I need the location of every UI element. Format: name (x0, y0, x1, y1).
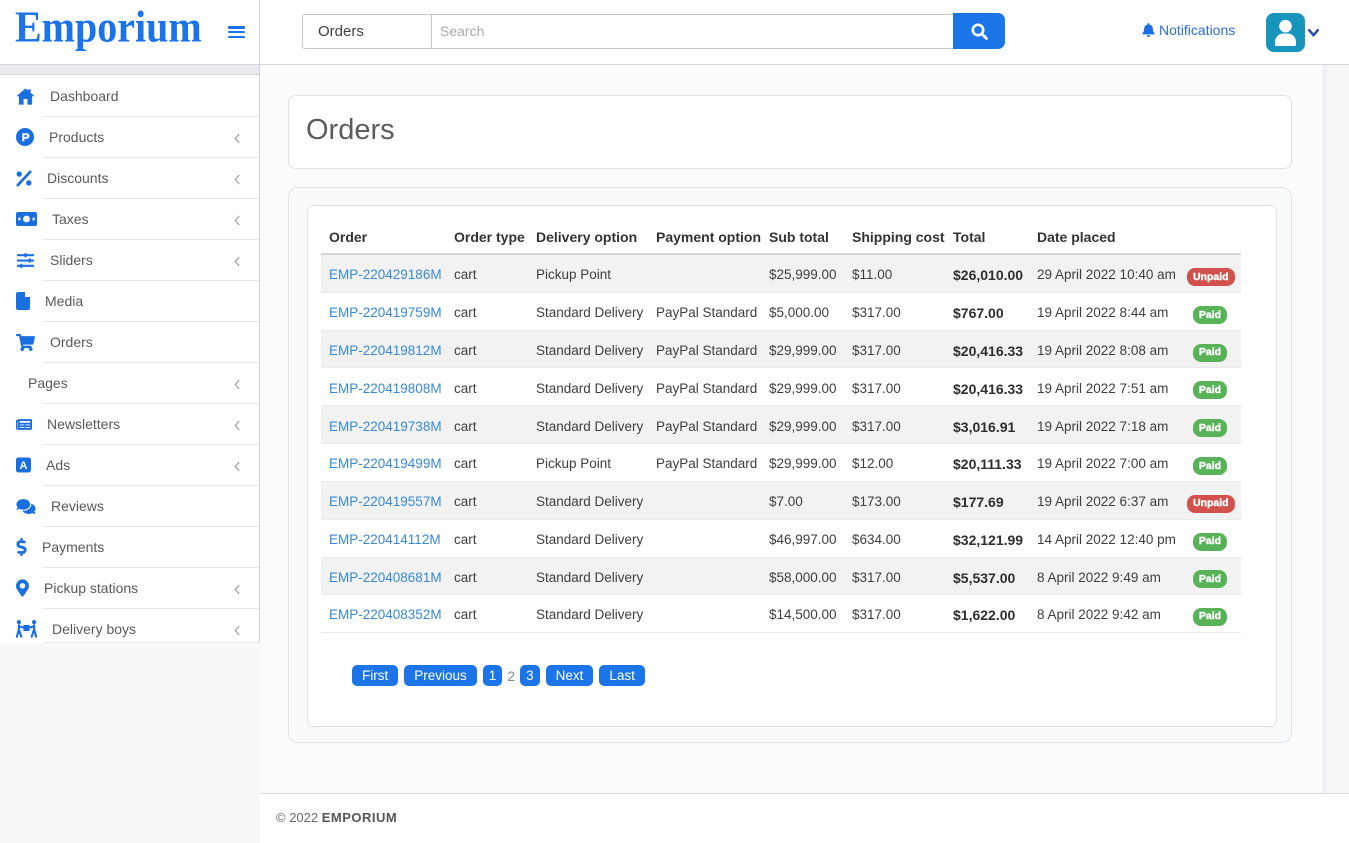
svg-text:A: A (20, 460, 28, 472)
